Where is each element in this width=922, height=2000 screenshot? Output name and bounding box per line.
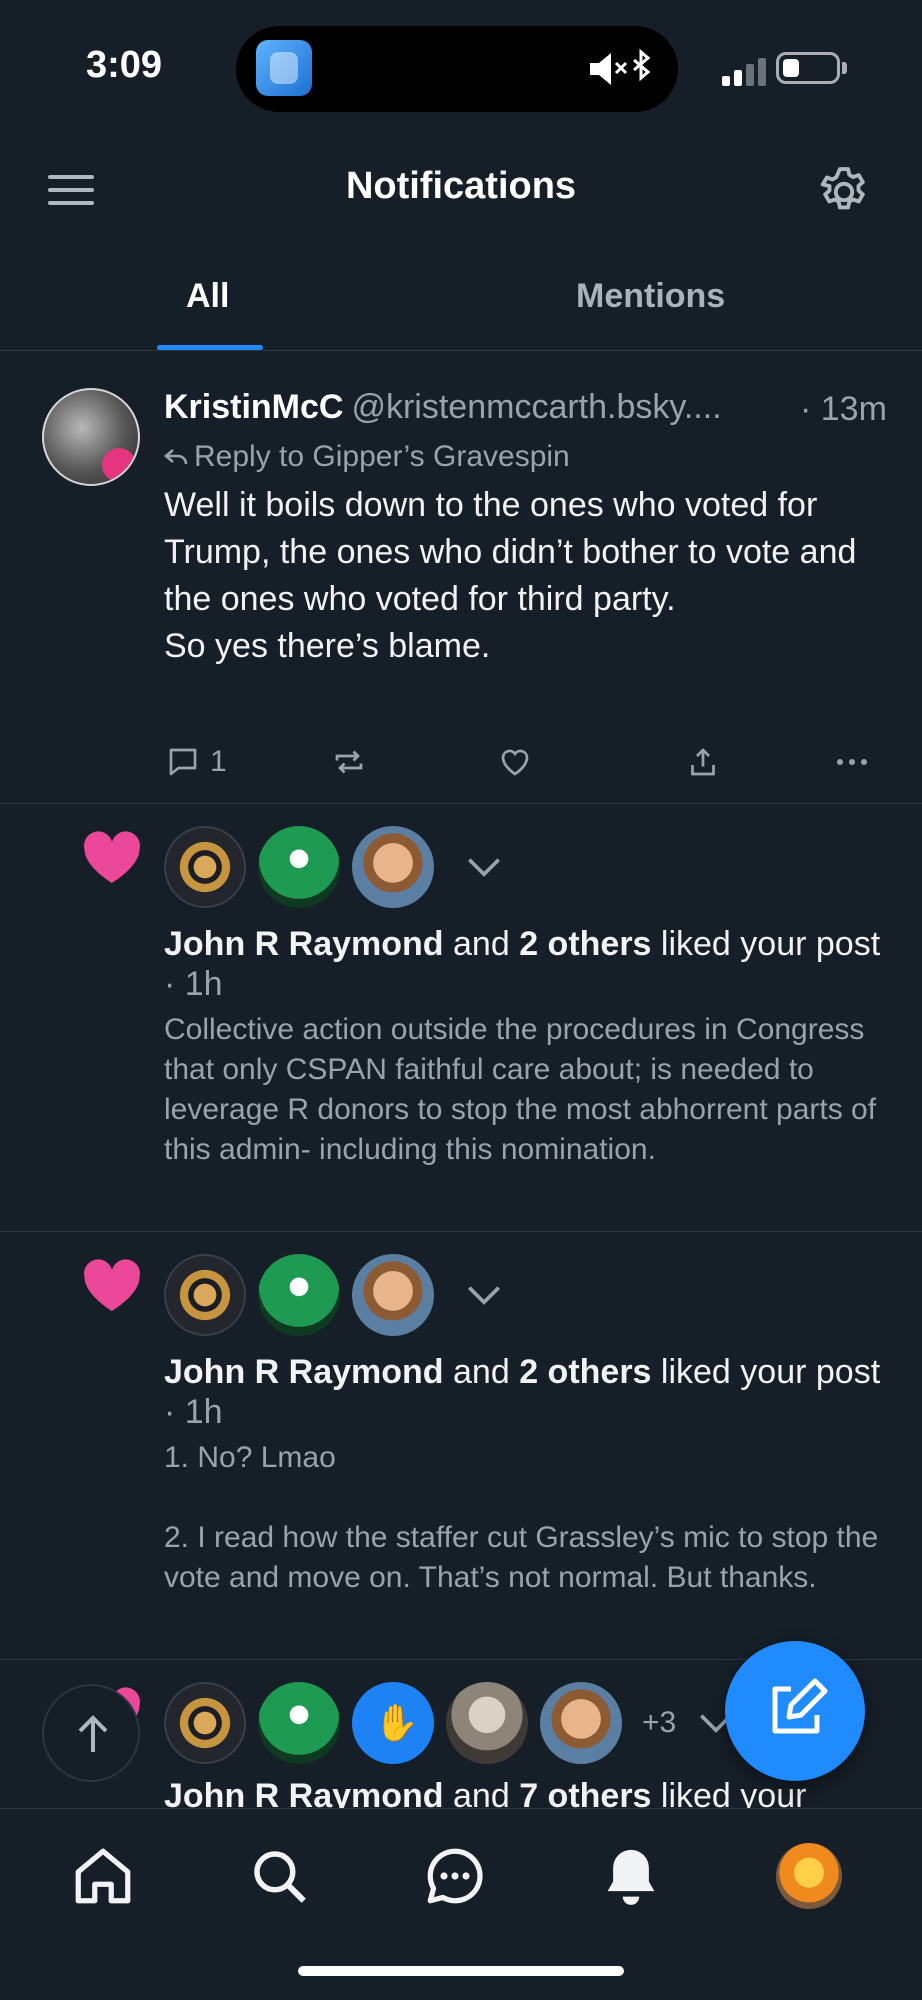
liker-avatars: +3 — [164, 1682, 738, 1764]
avatar[interactable] — [164, 1682, 246, 1764]
tab-mentions[interactable]: Mentions — [576, 277, 725, 316]
nav-search[interactable] — [246, 1843, 312, 1909]
nav-profile-avatar[interactable] — [776, 1843, 842, 1909]
avatar[interactable] — [352, 826, 434, 908]
dynamic-island — [236, 26, 678, 112]
notification-feed[interactable]: KristinMcC @kristenmccarth.bsky.... · 13m… — [0, 364, 922, 1830]
tab-all[interactable]: All — [186, 277, 229, 316]
avatar[interactable] — [164, 826, 246, 908]
heart-outline-icon — [501, 749, 529, 776]
reply-button[interactable]: 1 — [164, 740, 227, 784]
avatar[interactable] — [352, 1682, 434, 1764]
reply-to-label[interactable]: Reply to Gipper’s Gravespin — [164, 440, 570, 474]
home-icon — [75, 1848, 131, 1904]
post-text: Well it boils down to the ones who voted… — [164, 486, 857, 665]
heart-filled-icon — [84, 831, 140, 883]
liker-avatars — [164, 826, 506, 908]
like-notification[interactable]: John R Raymond and 2 others liked your p… — [0, 804, 922, 1232]
notification-text: John R Raymond and 2 others liked your p… — [164, 925, 881, 1003]
avatar[interactable] — [540, 1682, 622, 1764]
notification-text: John R Raymond and 2 others liked your p… — [164, 1353, 881, 1431]
speaker-bluetooth-icon — [590, 48, 651, 85]
post-time: · 13m — [800, 390, 887, 428]
post-author[interactable]: KristinMcC — [164, 388, 343, 426]
more-options-button[interactable] — [832, 740, 872, 784]
like-notification[interactable]: John R Raymond and 2 others liked your p… — [0, 1232, 922, 1660]
avatar[interactable] — [42, 388, 140, 486]
avatar[interactable] — [258, 1682, 340, 1764]
chevron-down-icon[interactable] — [462, 845, 506, 889]
chevron-down-icon[interactable] — [462, 1273, 506, 1317]
active-tab-indicator — [157, 345, 263, 350]
more-likers-count: +3 — [642, 1706, 677, 1739]
compose-button[interactable] — [725, 1641, 865, 1781]
avatar[interactable] — [446, 1682, 528, 1764]
battery-icon — [776, 52, 840, 84]
reply-arrow-icon — [164, 449, 188, 465]
notification-tabs: All Mentions — [0, 245, 922, 351]
notification-post-snippet: Collective action outside the procedures… — [164, 1013, 877, 1166]
settings-button[interactable] — [815, 163, 873, 221]
heart-filled-icon — [84, 1259, 140, 1311]
ellipsis-icon — [837, 759, 867, 765]
repost-button[interactable] — [330, 740, 368, 784]
avatar[interactable] — [258, 1254, 340, 1336]
status-bar: 3:09 — [0, 0, 922, 135]
avatar[interactable] — [164, 1254, 246, 1336]
avatar[interactable] — [352, 1254, 434, 1336]
avatar[interactable] — [258, 826, 340, 908]
now-playing-app-icon — [256, 40, 312, 96]
repost-icon — [335, 750, 363, 774]
status-time: 3:09 — [86, 44, 163, 86]
home-indicator — [298, 1966, 624, 1976]
comment-icon — [169, 748, 197, 776]
bell-icon — [607, 1849, 655, 1905]
post-handle[interactable]: @kristenmccarth.bsky.... — [351, 388, 721, 426]
reply-post[interactable]: KristinMcC @kristenmccarth.bsky.... · 13m… — [0, 364, 922, 804]
app-header: Notifications — [0, 135, 922, 245]
share-icon — [691, 748, 715, 776]
search-icon — [254, 1851, 306, 1903]
arrow-up-icon — [78, 1715, 108, 1752]
nav-notifications[interactable] — [598, 1843, 664, 1909]
like-button[interactable] — [496, 740, 534, 784]
notification-post-snippet: 1. No? Lmao 2. I read how the staffer cu… — [164, 1441, 879, 1594]
post-actions: 1 — [164, 740, 894, 784]
liker-avatars — [164, 1254, 506, 1336]
cellular-signal-icon — [722, 56, 768, 86]
scroll-to-top-button[interactable] — [42, 1684, 140, 1782]
share-button[interactable] — [684, 740, 722, 784]
reply-count: 1 — [210, 745, 227, 778]
page-title: Notifications — [345, 165, 577, 207]
gear-icon — [820, 167, 865, 210]
island-status-icons — [586, 48, 656, 95]
chat-icon — [427, 1848, 483, 1904]
nav-home[interactable] — [70, 1843, 136, 1909]
nav-chat[interactable] — [422, 1843, 488, 1909]
compose-pencil-icon — [772, 1678, 828, 1734]
